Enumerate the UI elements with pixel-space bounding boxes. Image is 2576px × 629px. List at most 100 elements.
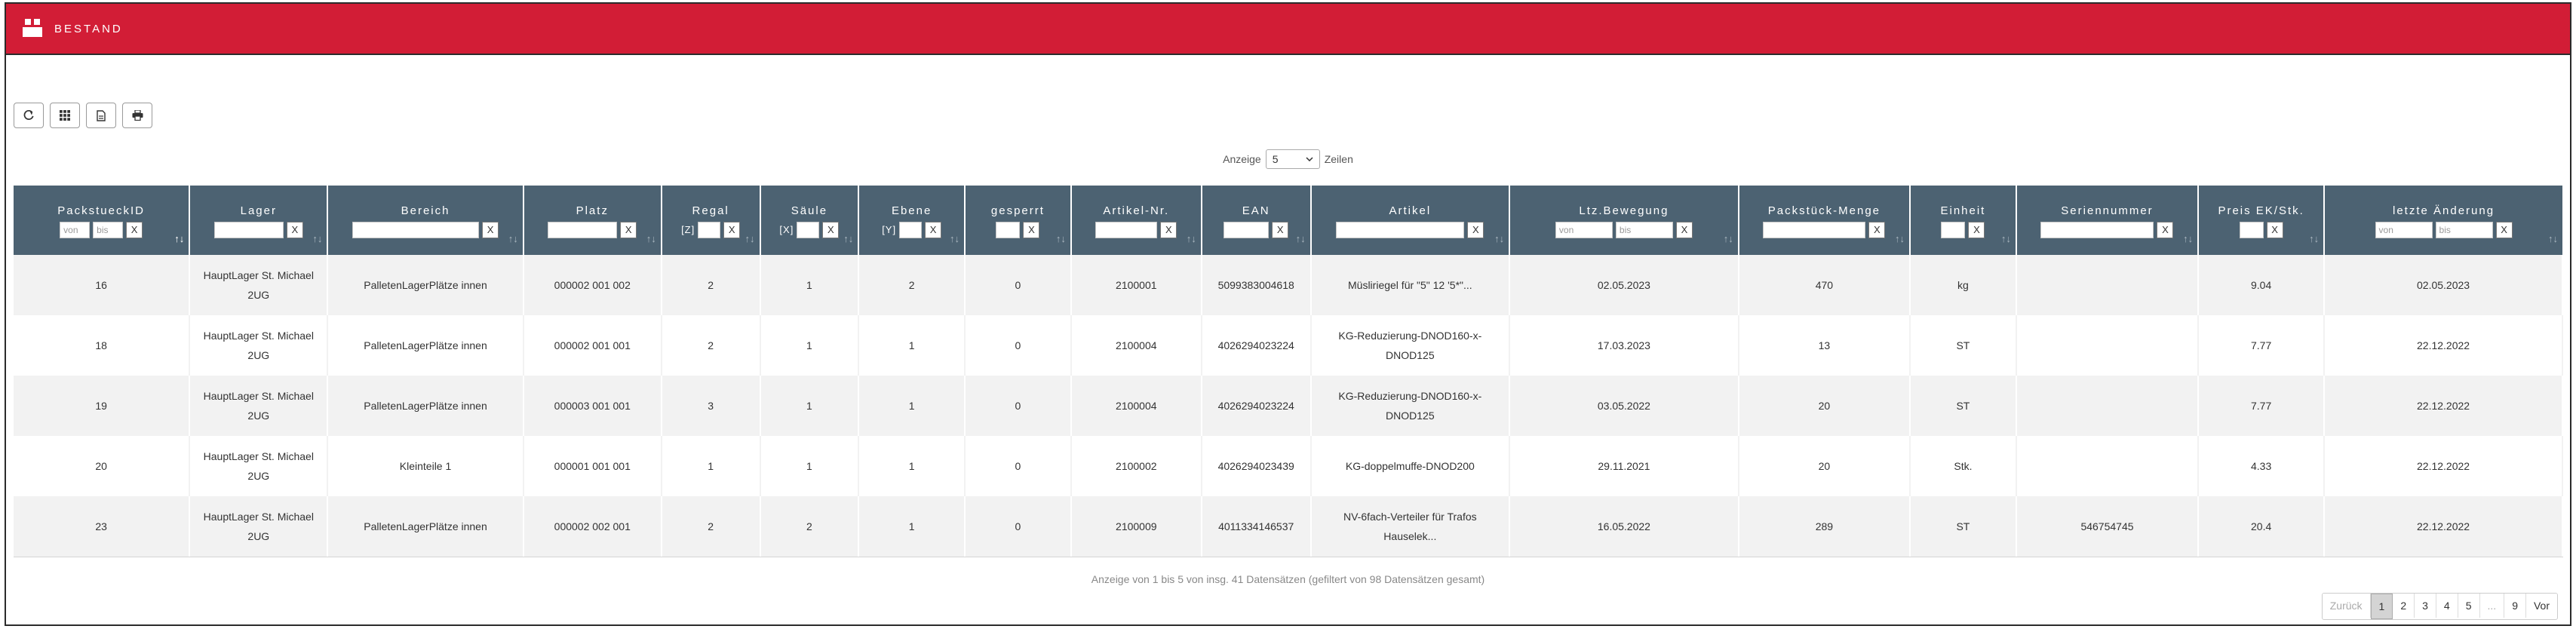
sort-icon[interactable]: ↑↓ <box>2548 233 2558 244</box>
print-button[interactable] <box>122 103 152 128</box>
filter-input-artnr[interactable] <box>1095 221 1158 238</box>
page-button[interactable]: 5 <box>2458 594 2480 618</box>
table-row[interactable]: 23 HauptLager St. Michael 2UG PalletenLage… <box>14 496 2563 557</box>
sort-icon[interactable]: ↑↓ <box>2309 233 2319 244</box>
sort-icon[interactable]: ↑↓ <box>1724 233 1733 244</box>
sort-icon[interactable]: ↑↓ <box>950 233 959 244</box>
filter-clear-button-bewegung[interactable]: X <box>1675 221 1693 238</box>
sort-icon[interactable]: ↑↓ <box>646 233 656 244</box>
column-filter-artnr: X <box>1075 221 1198 238</box>
filter-from-id[interactable]: von <box>60 221 91 238</box>
filter-input-einheit[interactable] <box>1941 221 1966 238</box>
filter-clear-button-preis[interactable]: X <box>2266 221 2283 238</box>
filter-input-menge[interactable] <box>1763 221 1866 238</box>
filter-to-bewegung[interactable]: bis <box>1615 221 1673 238</box>
column-filter-id: von bis X <box>17 221 186 238</box>
filter-input-ebene[interactable] <box>899 221 923 238</box>
page-length-select[interactable]: 5 <box>1265 149 1320 169</box>
column-header-artikel[interactable]: Artikel X ↑↓ <box>1310 186 1511 255</box>
filter-input-lager[interactable] <box>213 221 284 238</box>
export-button[interactable] <box>86 103 116 128</box>
filter-input-platz[interactable] <box>548 221 618 238</box>
filter-clear-button-ean[interactable]: X <box>1272 221 1289 238</box>
sort-icon[interactable]: ↑↓ <box>312 233 322 244</box>
sort-icon[interactable]: ↑↓ <box>1056 233 1066 244</box>
filter-input-gesperrt[interactable] <box>996 221 1021 238</box>
column-header-id[interactable]: PackstueckID von bis X ↑↓ <box>14 186 191 255</box>
page-button[interactable]: Vor <box>2525 594 2557 618</box>
filter-to-id[interactable]: bis <box>93 221 124 238</box>
filter-input-bereich[interactable] <box>352 221 480 238</box>
columns-button[interactable] <box>50 103 80 128</box>
sort-icon[interactable]: ↑↓ <box>2001 233 2011 244</box>
column-header-artnr[interactable]: Artikel-Nr. X ↑↓ <box>1070 186 1202 255</box>
page-button[interactable]: 9 <box>2504 594 2526 618</box>
sort-icon[interactable]: ↑↓ <box>1494 233 1504 244</box>
filter-clear-button-einheit[interactable]: X <box>1968 221 1985 238</box>
filter-clear-button-ebene[interactable]: X <box>925 221 942 238</box>
column-header-menge[interactable]: Packstück-Menge X ↑↓ <box>1738 186 1911 255</box>
column-header-lager[interactable]: Lager X ↑↓ <box>189 186 329 255</box>
column-header-regal[interactable]: Regal [Z] X ↑↓ <box>661 186 761 255</box>
filter-clear-button-saeule[interactable]: X <box>822 221 840 238</box>
table-row[interactable]: 18 HauptLager St. Michael 2UG PalletenLage… <box>14 315 2563 376</box>
cell-einheit: ST <box>1910 315 2017 376</box>
column-header-serie[interactable]: Seriennummer X ↑↓ <box>2016 186 2200 255</box>
cell-bewegung: 02.05.2023 <box>1509 255 1739 315</box>
pagination: Zurück 1 2 3 4 5... 9 Vor <box>2321 593 2558 620</box>
column-label-id: PackstueckID <box>57 204 145 217</box>
cell-bereich: PalletenLagerPlätze innen <box>327 255 524 315</box>
table-row[interactable]: 20 HauptLager St. Michael 2UG Kleinteile 1… <box>14 436 2563 496</box>
filter-input-regal[interactable] <box>698 221 721 238</box>
sort-icon[interactable]: ↑↓ <box>174 233 184 244</box>
filter-input-saeule[interactable] <box>797 221 820 238</box>
filter-clear-button-regal[interactable]: X <box>723 221 741 238</box>
column-header-platz[interactable]: Platz X ↑↓ <box>523 186 662 255</box>
filter-from-bewegung[interactable]: von <box>1555 221 1613 238</box>
filter-input-ean[interactable] <box>1224 221 1270 238</box>
cell-ean: 4011334146537 <box>1201 496 1312 557</box>
filter-clear-button-id[interactable]: X <box>126 221 143 238</box>
filter-input-serie[interactable] <box>2040 221 2154 238</box>
filter-clear-button-aenderung[interactable]: X <box>2495 221 2513 238</box>
column-header-gesperrt[interactable]: gesperrt X ↑↓ <box>965 186 1072 255</box>
sort-icon[interactable]: ↑↓ <box>843 233 853 244</box>
cell-gesperrt: 0 <box>965 496 1072 557</box>
cell-serie <box>2016 255 2200 315</box>
sort-icon[interactable]: ↑↓ <box>508 233 518 244</box>
cell-serie <box>2016 376 2200 436</box>
table-row[interactable]: 19 HauptLager St. Michael 2UG PalletenLage… <box>14 376 2563 436</box>
column-header-bewegung[interactable]: Ltz.Bewegung von bis X ↑↓ <box>1509 186 1739 255</box>
sort-icon[interactable]: ↑↓ <box>1895 233 1905 244</box>
filter-clear-button-gesperrt[interactable]: X <box>1023 221 1040 238</box>
column-header-saeule[interactable]: Säule [X] X ↑↓ <box>760 186 860 255</box>
filter-from-aenderung[interactable]: von <box>2375 221 2433 238</box>
page-button[interactable]: 2 <box>2393 594 2415 618</box>
column-header-aenderung[interactable]: letzte Änderung von bis X ↑↓ <box>2324 186 2562 255</box>
filter-input-artikel[interactable] <box>1336 221 1465 238</box>
sort-icon[interactable]: ↑↓ <box>745 233 755 244</box>
column-header-einheit[interactable]: Einheit X ↑↓ <box>1910 186 2017 255</box>
filter-clear-button-artikel[interactable]: X <box>1467 221 1485 238</box>
filter-clear-button-bereich[interactable]: X <box>482 221 499 238</box>
sort-icon[interactable]: ↑↓ <box>1296 233 1306 244</box>
filter-clear-button-platz[interactable]: X <box>620 221 637 238</box>
column-header-bereich[interactable]: Bereich X ↑↓ <box>327 186 524 255</box>
sort-icon[interactable]: ↑↓ <box>1187 233 1196 244</box>
column-filter-serie: X <box>2020 221 2194 238</box>
page-button[interactable]: 3 <box>2415 594 2436 618</box>
column-header-ebene[interactable]: Ebene [Y] X ↑↓ <box>858 186 966 255</box>
filter-clear-button-menge[interactable]: X <box>1868 221 1886 238</box>
filter-input-preis[interactable] <box>2239 221 2264 238</box>
page-button[interactable]: 4 <box>2436 594 2458 618</box>
filter-clear-button-serie[interactable]: X <box>2157 221 2174 238</box>
filter-clear-button-lager[interactable]: X <box>286 221 303 238</box>
column-header-ean[interactable]: EAN X ↑↓ <box>1201 186 1312 255</box>
filter-to-aenderung[interactable]: bis <box>2435 221 2493 238</box>
column-header-preis[interactable]: Preis EK/Stk. X ↑↓ <box>2198 186 2326 255</box>
table-row[interactable]: 16 HauptLager St. Michael 2UG PalletenLage… <box>14 255 2563 315</box>
refresh-button[interactable] <box>14 103 44 128</box>
page-button[interactable]: 1 <box>2370 594 2393 619</box>
sort-icon[interactable]: ↑↓ <box>2183 233 2193 244</box>
filter-clear-button-artnr[interactable]: X <box>1160 221 1177 238</box>
